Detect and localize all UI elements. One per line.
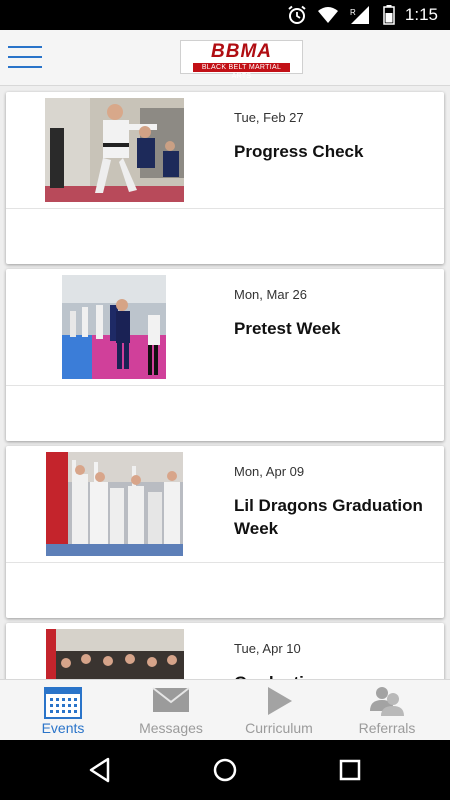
event-photo-graduation: [46, 629, 184, 679]
event-date: Mon, Apr 09: [234, 464, 305, 479]
recents-icon[interactable]: [335, 755, 365, 785]
logo-text: BBMA: [211, 41, 272, 62]
app-header: BBMA BLACK BELT MARTIAL ARTS: [0, 30, 450, 86]
tab-label: Referrals: [358, 720, 416, 736]
system-nav-bar: [0, 740, 450, 800]
tab-curriculum[interactable]: Curriculum: [225, 680, 333, 741]
event-photo-progress-check: [45, 98, 184, 202]
play-icon: [268, 687, 292, 715]
event-list[interactable]: Tue, Feb 27 Progress Check Mon, Mar 26 P…: [0, 86, 450, 679]
logo-subtitle: BLACK BELT MARTIAL ARTS: [193, 63, 290, 80]
event-card[interactable]: Mon, Apr 09 Lil Dragons Graduation Week: [6, 446, 444, 618]
tab-label: Messages: [139, 720, 203, 736]
event-card[interactable]: Tue, Apr 10 Graduation: [6, 623, 444, 679]
event-title: Graduation: [234, 671, 434, 679]
card-divider: [6, 208, 444, 209]
card-divider: [6, 562, 444, 563]
event-title: Progress Check: [234, 142, 364, 161]
wifi-icon: [317, 7, 338, 23]
event-card[interactable]: Tue, Feb 27 Progress Check: [6, 92, 444, 264]
people-icon: [370, 687, 404, 716]
home-icon[interactable]: [210, 755, 240, 785]
status-icons: R 1:15: [287, 4, 438, 26]
event-title: Pretest Week: [234, 319, 341, 338]
envelope-icon: [152, 687, 190, 712]
battery-icon: [383, 5, 395, 25]
bbma-logo: BBMA BLACK BELT MARTIAL ARTS: [180, 40, 303, 80]
card-divider: [6, 385, 444, 386]
event-title: Lil Dragons Graduation Week: [234, 496, 423, 538]
tab-label: Curriculum: [245, 720, 313, 736]
event-photo-lil-dragons: [46, 452, 183, 556]
tab-messages[interactable]: Messages: [117, 680, 225, 741]
tab-label: Events: [41, 720, 85, 736]
event-date: Tue, Feb 27: [234, 110, 304, 125]
status-time: 1:15: [404, 5, 438, 24]
alarm-icon: [288, 5, 306, 24]
event-date: Tue, Apr 10: [234, 641, 301, 656]
event-date: Mon, Mar 26: [234, 287, 307, 302]
tab-events[interactable]: Events: [9, 680, 117, 741]
event-photo-pretest-week: [62, 275, 166, 379]
svg-text:R: R: [350, 8, 356, 17]
signal-icon: R: [350, 6, 369, 24]
bottom-tab-bar: Events Messages Curriculum Referrals: [0, 679, 450, 741]
event-card[interactable]: Mon, Mar 26 Pretest Week: [6, 269, 444, 441]
tab-referrals[interactable]: Referrals: [333, 680, 441, 741]
calendar-icon: [44, 687, 82, 719]
back-icon[interactable]: [85, 755, 115, 785]
status-bar: R 1:15: [0, 0, 450, 30]
hamburger-menu-icon[interactable]: [8, 44, 44, 70]
